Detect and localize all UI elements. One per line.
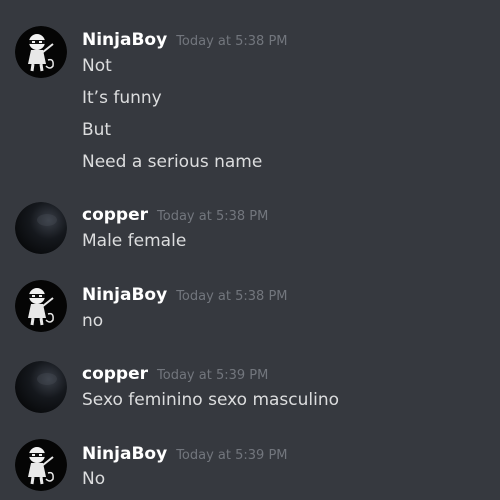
message-text: It’s funny bbox=[82, 88, 162, 108]
message-text: Need a serious name bbox=[82, 152, 263, 172]
message-timestamp: Today at 5:39 PM bbox=[157, 368, 269, 383]
dark-sphere-avatar-icon[interactable] bbox=[15, 202, 67, 254]
message-author[interactable]: NinjaBoy bbox=[82, 30, 167, 50]
chat-messages-pane: NinjaBoy Today at 5:38 PM Not It’s funny … bbox=[0, 0, 500, 500]
message-author[interactable]: NinjaBoy bbox=[82, 285, 167, 305]
message-author[interactable]: copper bbox=[82, 364, 148, 384]
ninja-avatar-icon[interactable] bbox=[15, 280, 67, 332]
message-timestamp: Today at 5:38 PM bbox=[157, 209, 269, 224]
message-text: Sexo feminino sexo masculino bbox=[82, 390, 340, 410]
ninja-avatar-icon[interactable] bbox=[15, 439, 67, 491]
message-text: No bbox=[82, 469, 106, 489]
message-author[interactable]: NinjaBoy bbox=[82, 444, 167, 464]
message-text: Not bbox=[82, 56, 112, 76]
ninja-avatar-icon[interactable] bbox=[15, 26, 67, 78]
message-author[interactable]: copper bbox=[82, 205, 148, 225]
message-text: Male female bbox=[82, 231, 187, 251]
message-text: But bbox=[82, 120, 112, 140]
message-timestamp: Today at 5:38 PM bbox=[176, 34, 288, 49]
message-timestamp: Today at 5:38 PM bbox=[176, 289, 288, 304]
message-timestamp: Today at 5:39 PM bbox=[176, 448, 288, 463]
message-text: no bbox=[82, 311, 104, 331]
dark-sphere-avatar-icon[interactable] bbox=[15, 361, 67, 413]
